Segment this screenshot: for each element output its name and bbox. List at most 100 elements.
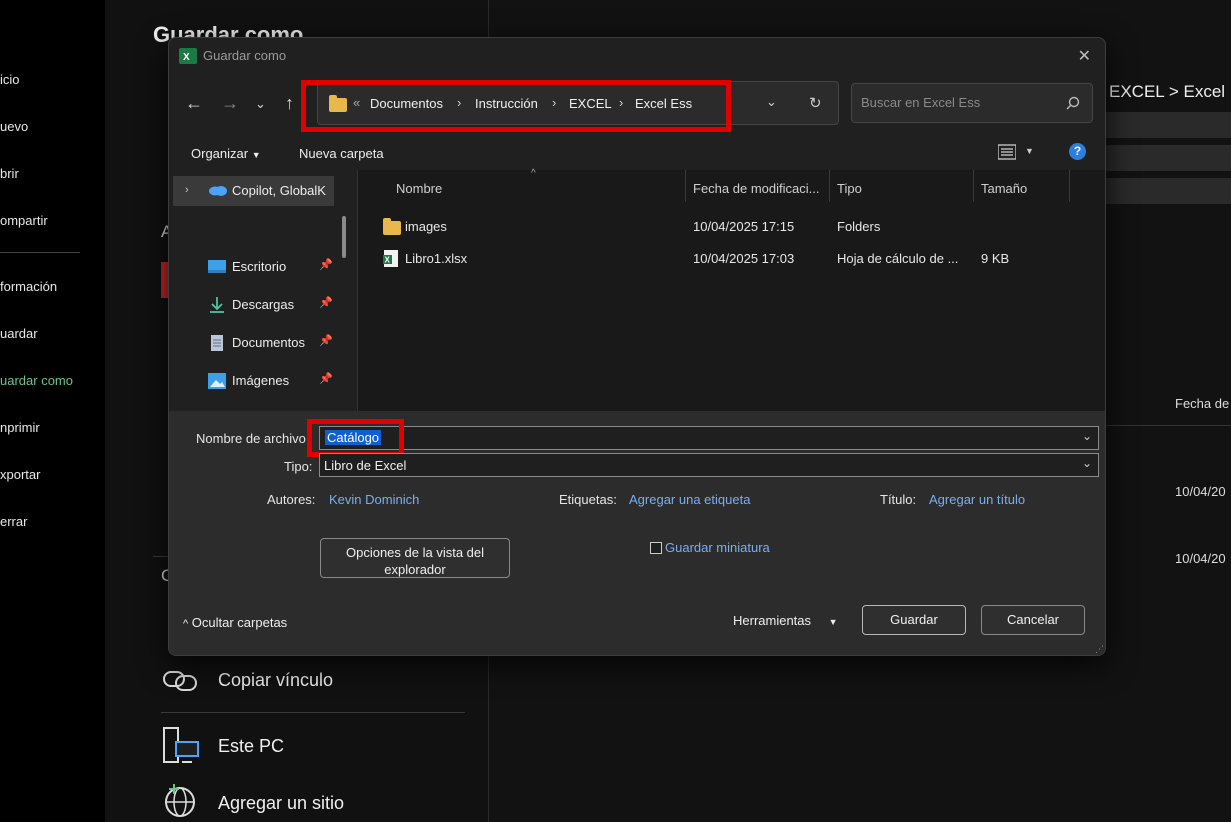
cancel-button[interactable]: Cancelar	[981, 605, 1085, 635]
recent-chevron-icon[interactable]: ⌄	[255, 96, 266, 112]
view-options-line2: explorador	[384, 562, 446, 577]
nav-imprimir[interactable]: nprimir	[0, 420, 40, 435]
fecha-header: Fecha de	[1175, 396, 1230, 411]
chevron-up-icon: ^	[183, 618, 189, 630]
pin-icon[interactable]: 📌	[319, 334, 333, 347]
back-icon[interactable]: ←	[185, 93, 203, 114]
column-header-modified[interactable]: Fecha de modificaci...	[693, 181, 819, 196]
excel-file-icon: X	[383, 250, 398, 267]
help-icon[interactable]: ?	[1069, 143, 1086, 160]
view-list-icon[interactable]	[998, 144, 1016, 160]
column-header-size[interactable]: Tamaño	[981, 181, 1027, 196]
nav-exportar[interactable]: xportar	[0, 467, 40, 482]
column-separator[interactable]	[973, 170, 974, 202]
search-input[interactable]: Buscar en Excel Ess	[851, 83, 1093, 123]
tools-label: Herramientas	[733, 613, 812, 628]
folder-icon	[383, 218, 401, 235]
divider	[357, 170, 358, 411]
title-value[interactable]: Agregar un título	[929, 492, 1025, 507]
onedrive-cloud-icon	[209, 186, 227, 196]
download-icon	[210, 297, 224, 313]
column-separator[interactable]	[829, 170, 830, 202]
view-dropdown-icon[interactable]: ▼	[1025, 146, 1034, 156]
nav-inicio[interactable]: icio	[0, 72, 20, 87]
file-name: Libro1.xlsx	[405, 251, 468, 266]
filename-field[interactable]: Catálogo ⌄	[319, 426, 1099, 450]
nav-item-documentos[interactable]: Documentos 📌	[169, 327, 357, 359]
view-options-button[interactable]: Opciones de la vista del explorador	[320, 538, 510, 578]
svg-text:X: X	[385, 256, 391, 265]
close-icon[interactable]: ✕	[1078, 46, 1091, 66]
thumbnail-label[interactable]: Guardar miniatura	[665, 540, 770, 555]
caret-down-icon: ▼	[251, 150, 261, 160]
divider	[1105, 425, 1231, 426]
type-label: Tipo:	[284, 459, 313, 474]
nav-item-label: Escritorio	[232, 259, 287, 274]
nav-guardar[interactable]: uardar	[0, 326, 38, 341]
nav-item-imagenes[interactable]: Imágenes 📌	[169, 365, 357, 397]
nav-item-descargas[interactable]: Descargas 📌	[169, 289, 357, 321]
nav-cerrar[interactable]: errar	[0, 514, 27, 529]
save-as-dialog: X Guardar como ✕ ← → ⌄ ↑ « Documentos › …	[168, 37, 1106, 656]
breadcrumb: EXCEL > Excel E	[1109, 82, 1231, 101]
pin-icon[interactable]: 📌	[319, 296, 333, 309]
column-header-type[interactable]: Tipo	[837, 181, 862, 196]
title-label: Título:	[880, 492, 917, 507]
navigation-pane: › Copilot, GlobalK Escritorio 📌 Descarga…	[169, 170, 357, 411]
file-type: Folders	[837, 219, 881, 234]
chevron-down-icon: ⌄	[1081, 456, 1092, 470]
pin-icon[interactable]: 📌	[319, 372, 333, 385]
type-select[interactable]: Libro de Excel ⌄	[319, 453, 1099, 477]
thumbnail-checkbox[interactable]	[650, 542, 662, 554]
divider	[161, 712, 465, 713]
document-icon	[211, 335, 223, 351]
organize-label: Organizar	[191, 146, 249, 161]
column-header-name[interactable]: Nombre	[396, 181, 442, 196]
hide-folders-button[interactable]: ^ Ocultar carpetas	[183, 615, 287, 630]
search-placeholder: Buscar en Excel Ess	[861, 95, 981, 110]
nav-informacion[interactable]: formación	[0, 279, 57, 294]
tags-value[interactable]: Agregar una etiqueta	[629, 492, 750, 507]
highlight-box-address	[301, 80, 731, 132]
type-field-bg	[1105, 145, 1231, 171]
table-row[interactable]: X Libro1.xlsx 10/04/2025 17:03 Hoja de c…	[357, 244, 1105, 272]
nav-cloud-label[interactable]: Copilot, GlobalK	[232, 183, 326, 198]
caret-down-icon: ▼	[828, 617, 838, 627]
address-dropdown-icon[interactable]: ⌄	[766, 94, 777, 110]
file-list: ^ Nombre Fecha de modificaci... Tipo Tam…	[357, 168, 1105, 411]
sort-up-icon: ^	[531, 168, 536, 179]
command-bar: Organizar ▼ Nueva carpeta ▼ ?	[169, 134, 1105, 170]
excel-icon: X	[179, 48, 197, 64]
more-field-bg	[1105, 178, 1231, 204]
table-row[interactable]: images 10/04/2025 17:15 Folders	[357, 212, 1105, 240]
column-separator[interactable]	[1069, 170, 1070, 202]
save-button[interactable]: Guardar	[862, 605, 966, 635]
nav-item-label: Documentos	[232, 335, 305, 350]
nav-nuevo[interactable]: uevo	[0, 119, 28, 134]
add-site-label: Agregar un sitio	[218, 793, 345, 813]
nav-abrir[interactable]: brir	[0, 166, 19, 181]
forward-icon[interactable]: →	[221, 93, 239, 114]
nav-divider	[0, 252, 80, 253]
refresh-icon[interactable]: ↻	[809, 94, 822, 112]
highlight-box-filename	[307, 419, 404, 457]
tools-button[interactable]: Herramientas ▼	[733, 613, 838, 628]
resize-grip-icon[interactable]: ⋰	[1095, 644, 1104, 655]
expand-chevron-icon[interactable]: ›	[185, 184, 189, 196]
up-icon[interactable]: ↑	[285, 93, 294, 114]
dialog-title: Guardar como	[203, 48, 287, 63]
chevron-down-icon[interactable]: ⌄	[1082, 429, 1092, 443]
nav-item-escritorio[interactable]: Escritorio 📌	[169, 251, 357, 283]
date-1: 10/04/20	[1175, 484, 1226, 499]
hide-folders-label: Ocultar carpetas	[191, 615, 288, 630]
authors-value[interactable]: Kevin Dominich	[329, 492, 419, 507]
nav-item-label: Descargas	[232, 297, 295, 312]
pin-icon[interactable]: 📌	[319, 258, 333, 271]
new-folder-button[interactable]: Nueva carpeta	[299, 146, 384, 161]
nav-guardar-como[interactable]: uardar como	[0, 373, 73, 388]
link-icon	[163, 671, 197, 691]
nav-compartir[interactable]: ompartir	[0, 213, 48, 228]
column-separator[interactable]	[685, 170, 686, 202]
organize-button[interactable]: Organizar ▼	[191, 146, 261, 161]
date-2: 10/04/20	[1175, 551, 1226, 566]
